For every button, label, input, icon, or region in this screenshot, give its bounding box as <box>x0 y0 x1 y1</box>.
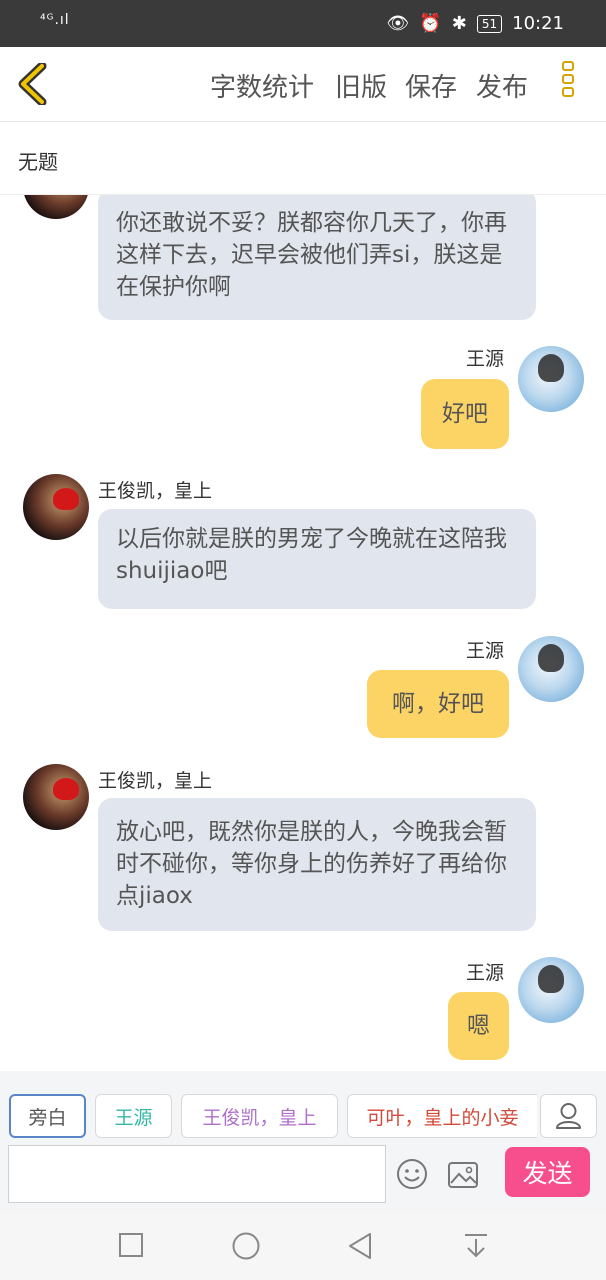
message-bubble-right[interactable]: 好吧 <box>421 379 509 449</box>
sender-name: 王俊凯，皇上 <box>98 480 213 502</box>
document-title[interactable]: 无题 <box>18 146 58 175</box>
more-dot-icon <box>562 87 574 97</box>
eye-icon: 👁 <box>386 13 410 34</box>
title-bar[interactable]: 无题 <box>0 122 606 195</box>
publish-button[interactable]: 发布 <box>476 67 528 104</box>
image-button[interactable] <box>447 1161 479 1193</box>
avatar-emperor[interactable] <box>23 474 89 540</box>
system-nav-bar <box>0 1211 606 1280</box>
word-count-button[interactable]: 字数统计 <box>210 67 314 104</box>
home-nav-icon[interactable] <box>231 1231 261 1261</box>
message-input[interactable] <box>8 1145 386 1203</box>
hide-keyboard-nav-icon[interactable] <box>462 1231 490 1261</box>
sender-name: 王源 <box>466 348 505 370</box>
role-selector: 旁白 王源 王俊凯，皇上 可叶，皇上的小妾 <box>0 1071 606 1143</box>
sender-name: 王源 <box>466 640 505 662</box>
back-button[interactable] <box>16 61 48 107</box>
composer-bar: 发送 <box>0 1143 606 1211</box>
emoji-button[interactable] <box>396 1158 428 1194</box>
send-button[interactable]: 发送 <box>505 1147 590 1197</box>
manage-roles-button[interactable] <box>540 1094 597 1138</box>
signal-indicator: ⁴ᴳ.ıl <box>40 12 70 28</box>
role-chip-narrator[interactable]: 旁白 <box>9 1094 86 1138</box>
avatar-wangyuan[interactable] <box>518 957 584 1023</box>
sender-name: 王源 <box>466 962 505 984</box>
role-chip-concubine[interactable]: 可叶，皇上的小妾 <box>347 1094 537 1138</box>
status-icons: 👁 ⏰ ✱ 51 10:21 <box>386 13 564 34</box>
old-version-button[interactable]: 旧版 <box>335 67 387 104</box>
avatar-wangyuan[interactable] <box>518 346 584 412</box>
sender-name: 王俊凯，皇上 <box>98 770 213 792</box>
top-toolbar: 字数统计 旧版 保存 发布 <box>0 47 606 122</box>
message-bubble-left[interactable]: 你还敢说不妥？朕都容你几天了，你再这样下去，迟早会被他们弄si，朕这是在保护你啊 <box>98 195 536 320</box>
more-menu-button[interactable] <box>562 61 582 109</box>
avatar-wangyuan[interactable] <box>518 636 584 702</box>
back-nav-icon[interactable] <box>346 1231 374 1261</box>
avatar-emperor[interactable] <box>23 764 89 830</box>
clock: 10:21 <box>512 13 564 34</box>
chat-area[interactable]: 你还敢说不妥？朕都容你几天了，你再这样下去，迟早会被他们弄si，朕这是在保护你啊… <box>0 195 606 1071</box>
bluetooth-icon: ✱ <box>451 13 467 34</box>
message-bubble-left[interactable]: 放心吧，既然你是朕的人，今晚我会暂时不碰你，等你身上的伤养好了再给你点jiaox <box>98 798 536 931</box>
save-button[interactable]: 保存 <box>405 67 457 104</box>
recents-nav-icon[interactable] <box>118 1231 144 1259</box>
chevron-left-icon <box>18 61 47 107</box>
battery-indicator: 51 <box>476 14 503 33</box>
alarm-icon: ⏰ <box>419 13 442 34</box>
message-bubble-left[interactable]: 以后你就是朕的男宠了今晚就在这陪我shuijiao吧 <box>98 509 536 609</box>
avatar-emperor[interactable] <box>23 195 89 219</box>
image-icon <box>448 1162 478 1188</box>
more-dot-icon <box>562 74 574 84</box>
more-dot-icon <box>562 61 574 71</box>
person-icon <box>556 1103 581 1129</box>
status-bar: ⁴ᴳ.ıl 👁 ⏰ ✱ 51 10:21 <box>0 0 606 47</box>
message-bubble-right[interactable]: 嗯 <box>448 992 509 1060</box>
message-bubble-right[interactable]: 啊，好吧 <box>367 670 509 738</box>
role-chip-emperor[interactable]: 王俊凯，皇上 <box>181 1094 338 1138</box>
smiley-icon <box>397 1159 427 1189</box>
role-chip-wangyuan[interactable]: 王源 <box>95 1094 172 1138</box>
